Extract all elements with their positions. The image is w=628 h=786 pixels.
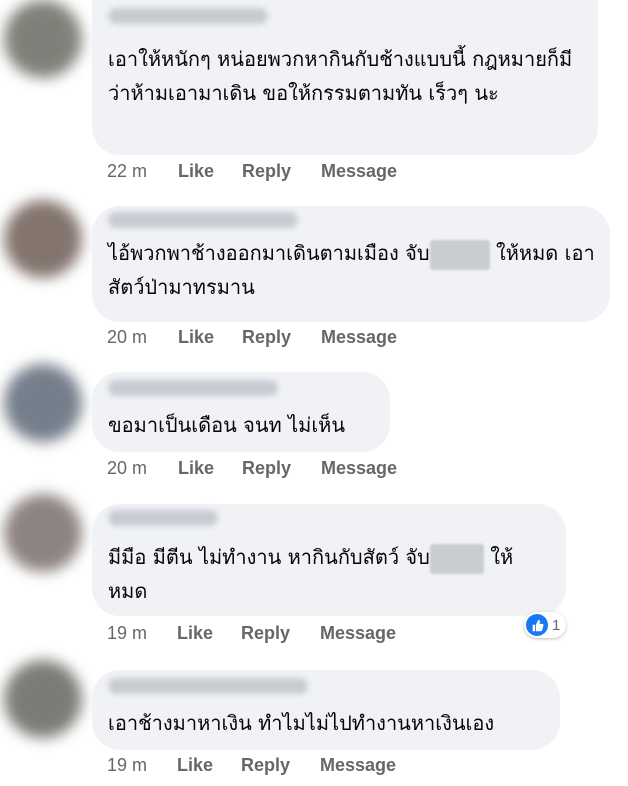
avatar[interactable] bbox=[4, 200, 82, 278]
reply-link[interactable]: Reply bbox=[241, 755, 290, 776]
comment-text: เอาให้หนักๆ หน่อยพวกหากินกับช้างแบบนี้ ก… bbox=[108, 47, 573, 105]
comment-bubble: ขอมาเป็นเดือน จนท ไม่เห็น bbox=[92, 372, 390, 452]
reaction-count: 1 bbox=[552, 616, 561, 634]
comment-text-part: ไอ้พวกพาช้างออกมาเดินตามเมือง จับ bbox=[108, 241, 430, 265]
comment-bubble: เอาช้างมาหาเงิน ทำไมไม่ไปทำงานหาเงินเอง bbox=[92, 670, 560, 750]
comment-bubble: ไอ้พวกพาช้างออกมาเดินตามเมือง จับ ให้หมด… bbox=[92, 206, 610, 322]
thumbs-up-icon bbox=[526, 614, 548, 636]
avatar[interactable] bbox=[4, 494, 82, 572]
comment-bubble: เอาให้หนักๆ หน่อยพวกหากินกับช้างแบบนี้ ก… bbox=[92, 0, 598, 155]
message-link[interactable]: Message bbox=[320, 623, 396, 644]
comment-time[interactable]: 20 m bbox=[107, 458, 147, 479]
reaction-badge[interactable]: 1 bbox=[524, 612, 567, 638]
comment-text: ขอมาเป็นเดือน จนท ไม่เห็น bbox=[108, 413, 346, 437]
reply-link[interactable]: Reply bbox=[242, 161, 291, 182]
reply-link[interactable]: Reply bbox=[242, 327, 291, 348]
comment-time[interactable]: 20 m bbox=[107, 327, 147, 348]
comment-time[interactable]: 22 m bbox=[107, 161, 147, 182]
commenter-name-blurred[interactable] bbox=[108, 678, 308, 694]
avatar[interactable] bbox=[4, 660, 82, 738]
comment-text: มีมือ มีตีน ไม่ทำงาน หากินกับสัตว์ จับ ใ… bbox=[108, 540, 552, 608]
comment-text: ไอ้พวกพาช้างออกมาเดินตามเมือง จับ ให้หมด… bbox=[108, 236, 596, 304]
reply-link[interactable]: Reply bbox=[242, 458, 291, 479]
comment-text-part: มีมือ มีตีน ไม่ทำงาน หากินกับสัตว์ จับ bbox=[108, 545, 430, 569]
reply-link[interactable]: Reply bbox=[241, 623, 290, 644]
message-link[interactable]: Message bbox=[321, 327, 397, 348]
like-link[interactable]: Like bbox=[177, 623, 213, 644]
like-link[interactable]: Like bbox=[177, 755, 213, 776]
avatar[interactable] bbox=[4, 364, 82, 442]
like-link[interactable]: Like bbox=[178, 458, 214, 479]
commenter-name-blurred[interactable] bbox=[108, 380, 278, 396]
comment-time[interactable]: 19 m bbox=[107, 755, 147, 776]
comment-text: เอาช้างมาหาเงิน ทำไมไม่ไปทำงานหาเงินเอง bbox=[108, 711, 495, 735]
message-link[interactable]: Message bbox=[321, 161, 397, 182]
commenter-name-blurred[interactable] bbox=[108, 212, 298, 228]
like-link[interactable]: Like bbox=[178, 327, 214, 348]
message-link[interactable]: Message bbox=[320, 755, 396, 776]
avatar[interactable] bbox=[4, 0, 82, 78]
comment-time[interactable]: 19 m bbox=[107, 623, 147, 644]
commenter-name-blurred[interactable] bbox=[108, 8, 268, 24]
redaction-block bbox=[429, 543, 484, 574]
message-link[interactable]: Message bbox=[321, 458, 397, 479]
commenter-name-blurred[interactable] bbox=[108, 510, 218, 526]
redaction-block bbox=[429, 239, 490, 270]
like-link[interactable]: Like bbox=[178, 161, 214, 182]
comment-bubble: มีมือ มีตีน ไม่ทำงาน หากินกับสัตว์ จับ ใ… bbox=[92, 504, 566, 616]
